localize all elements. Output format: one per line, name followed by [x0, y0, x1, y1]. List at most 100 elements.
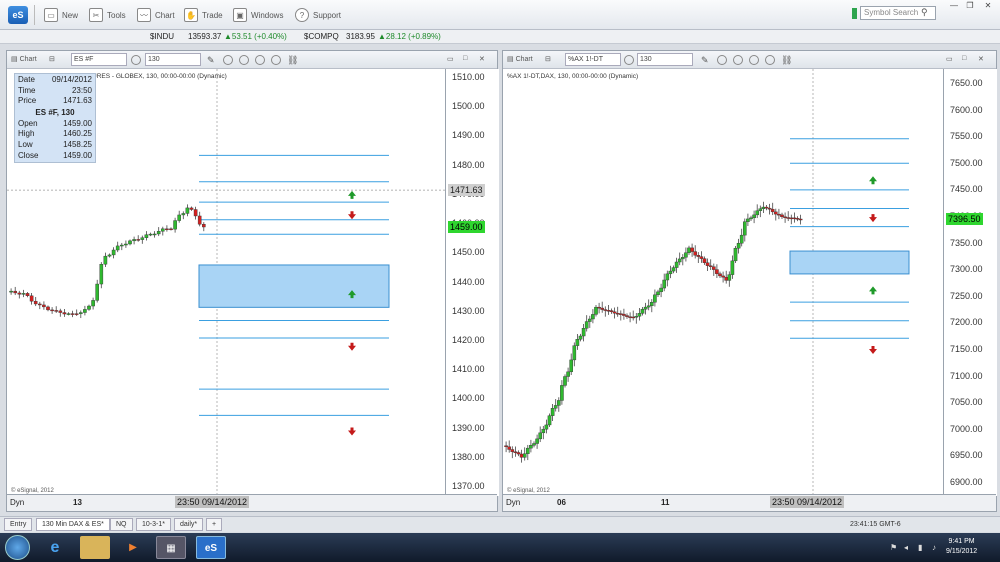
zoom-in-icon[interactable]	[733, 55, 743, 65]
dax-chart-window[interactable]: ▤ Chart ⊟ %AX 1!-DT 130 ✎ ⛓ ▭ □ ✕ 7650.0…	[502, 50, 997, 512]
high-value: 1460.25	[63, 129, 92, 139]
tools-button[interactable]: ✂ Tools	[89, 7, 126, 23]
compq-symbol[interactable]: $COMPQ	[304, 32, 339, 41]
windows-button[interactable]: ▣ Windows	[233, 7, 283, 23]
window-close-icon[interactable]: ✕	[978, 55, 984, 63]
candle-body	[535, 438, 539, 444]
flag-icon[interactable]: ⚑	[890, 543, 897, 552]
candle-body	[780, 214, 784, 218]
page-tab[interactable]: 130 Min DAX & ES*	[36, 518, 110, 531]
candle-body	[656, 291, 660, 296]
interval-combo[interactable]: 130	[145, 53, 201, 66]
link-chain-icon[interactable]: ⛓	[781, 55, 792, 66]
window-close-icon[interactable]: ✕	[479, 55, 485, 63]
y-tick-label: 1450.00	[452, 247, 485, 258]
candle-body	[510, 449, 515, 452]
esignal-task-icon[interactable]: eS	[196, 536, 226, 559]
minimize-icon[interactable]: —	[946, 1, 962, 11]
link-icon[interactable]: ⊟	[49, 55, 55, 63]
candle-body	[746, 218, 750, 222]
window-maximize-icon[interactable]: □	[962, 55, 966, 62]
search-icon[interactable]: ⚲	[921, 7, 928, 18]
interval-combo[interactable]: 130	[637, 53, 693, 66]
dyn-label[interactable]: Dyn	[506, 498, 520, 507]
cursor-price-label: 1471.63	[448, 184, 485, 197]
window-minimize-icon[interactable]: ▭	[946, 55, 953, 63]
window-maximize-icon[interactable]: □	[463, 55, 467, 62]
candle-body	[9, 290, 13, 293]
chart-titlebar: ▤ Chart ⊟ %AX 1!-DT 130 ✎ ⛓ ▭ □ ✕	[503, 51, 996, 69]
dyn-label[interactable]: Dyn	[10, 498, 24, 507]
restore-icon[interactable]: ❐	[962, 1, 978, 11]
candle-body	[519, 453, 524, 458]
candle-body	[83, 309, 87, 313]
y-tick-label: 7550.00	[950, 131, 983, 142]
candle-body	[609, 310, 614, 312]
dax-price-axis[interactable]: 7650.007600.007550.007500.007450.007400.…	[943, 69, 997, 496]
chart-button[interactable]: 〰 Chart	[137, 7, 175, 23]
dax-time-axis[interactable]: Dyn 06 11 23:50 09/14/2012	[503, 494, 996, 511]
new-button[interactable]: ▭ New	[44, 7, 78, 23]
start-button[interactable]	[5, 535, 30, 560]
volume-icon[interactable]: ◂	[904, 543, 908, 552]
candle-body	[640, 308, 645, 314]
support-button[interactable]: ? Support	[295, 7, 341, 23]
dax-plot-area[interactable]	[503, 69, 943, 496]
zoom-out-icon[interactable]	[717, 55, 727, 65]
indu-symbol[interactable]: $INDU	[150, 32, 174, 41]
es-chart-window[interactable]: ▤ Chart ⊟ ES #F 130 ✎ ⛓ ▭ □ ✕ 1510.00 150…	[6, 50, 499, 512]
es-price-axis[interactable]: 1510.001500.001490.001480.001470.001460.…	[445, 69, 499, 496]
close-icon[interactable]: ✕	[980, 1, 996, 11]
link-chain-icon[interactable]: ⛓	[287, 55, 298, 66]
candle-body	[547, 415, 552, 426]
page-tab[interactable]: daily*	[174, 518, 204, 531]
candle-body	[177, 214, 182, 221]
chart-title: ▤ Chart	[507, 56, 533, 63]
y-tick-label: 1490.00	[452, 130, 485, 141]
candle-body	[628, 316, 632, 318]
chart-title: ▤ Chart	[11, 56, 37, 63]
y-tick-label: 7300.00	[950, 264, 983, 275]
close-value: 1459.00	[63, 150, 92, 160]
y-tick-label: 7250.00	[950, 290, 983, 301]
trade-button[interactable]: ✋ Trade	[184, 7, 223, 23]
candle-body	[529, 445, 533, 449]
candle-body	[156, 231, 161, 235]
page-tab[interactable]: Entry	[4, 518, 33, 531]
y-tick-label: 1400.00	[452, 393, 485, 404]
cursor-icon[interactable]	[271, 55, 281, 65]
settings-icon[interactable]	[749, 55, 759, 65]
settings-icon[interactable]	[255, 55, 265, 65]
page-tab[interactable]: NQ	[110, 518, 133, 531]
candle-body	[761, 206, 766, 209]
draw-pencil-icon[interactable]: ✎	[207, 55, 215, 66]
price-value: 1471.63	[63, 96, 92, 106]
window-minimize-icon[interactable]: ▭	[447, 55, 454, 63]
network-icon[interactable]: ▮	[918, 543, 922, 552]
symbol-combo[interactable]: ES #F	[71, 53, 127, 66]
folder-icon[interactable]	[80, 536, 110, 559]
price-label: Price	[18, 96, 37, 106]
page-tab[interactable]: 10-3-1*	[136, 518, 171, 531]
network-app-icon[interactable]: ▦	[156, 536, 186, 559]
zoom-out-icon[interactable]	[223, 55, 233, 65]
es-time-axis[interactable]: Dyn 13 23:50 09/14/2012	[7, 494, 497, 511]
system-clock[interactable]: 9:41 PM 9/15/2012	[946, 537, 977, 557]
speaker-icon[interactable]: ♪	[932, 543, 936, 552]
candle-body	[758, 208, 763, 211]
symbol-combo[interactable]: %AX 1!-DT	[565, 53, 621, 66]
cursor-icon[interactable]	[765, 55, 775, 65]
link-icon[interactable]: ⊟	[545, 55, 551, 63]
clock-icon[interactable]	[624, 55, 634, 65]
candle-body	[767, 207, 772, 210]
media-player-icon[interactable]: ▶	[118, 536, 148, 559]
candle-body	[770, 208, 775, 213]
page-tab[interactable]: +	[206, 518, 223, 531]
ie-icon[interactable]: e	[40, 536, 70, 559]
zoom-in-icon[interactable]	[239, 55, 249, 65]
y-tick-label: 7350.00	[950, 237, 983, 248]
candle-body	[653, 294, 657, 303]
draw-pencil-icon[interactable]: ✎	[701, 55, 709, 66]
support-zone	[789, 250, 910, 275]
clock-icon[interactable]	[131, 55, 141, 65]
